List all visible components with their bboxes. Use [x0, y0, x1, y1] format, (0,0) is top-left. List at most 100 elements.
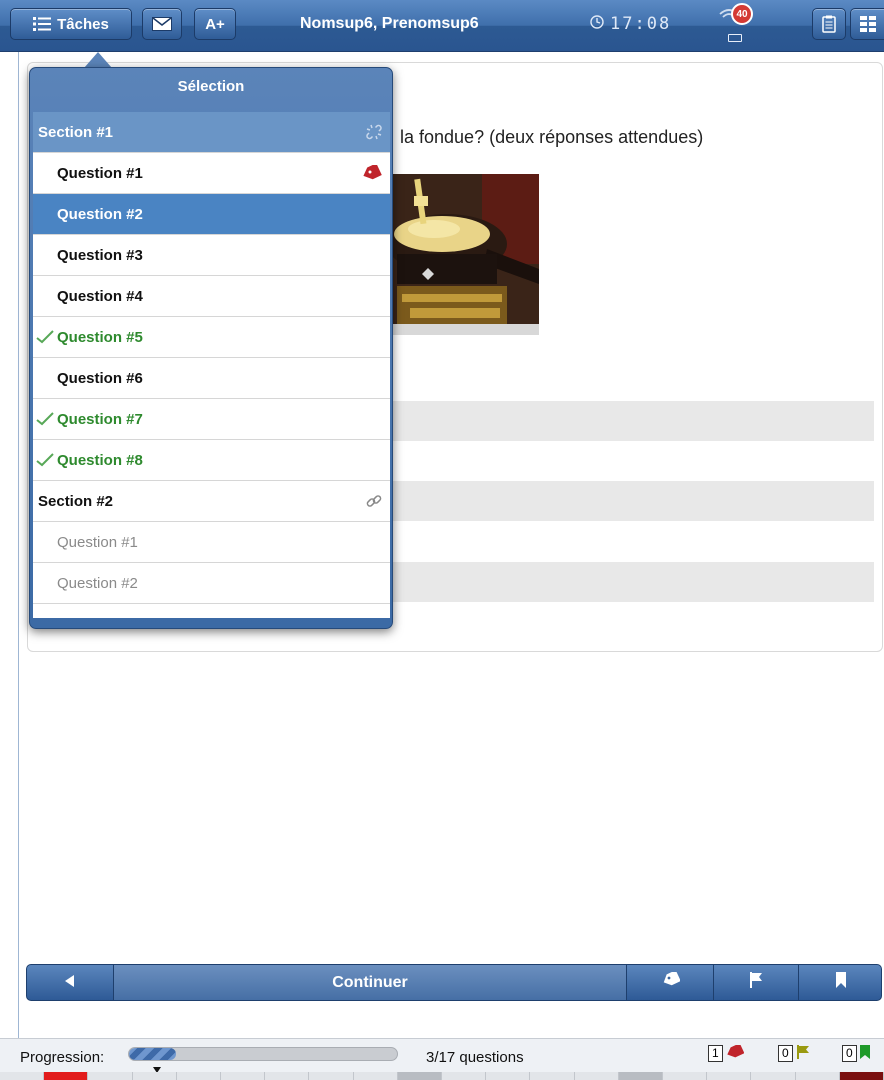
row-label: Question #2 [57, 206, 143, 223]
timeline-cell [44, 1072, 89, 1080]
timeline-cell [795, 1072, 840, 1080]
flag-button[interactable] [713, 965, 798, 1000]
section-row-1[interactable]: Section #1 [33, 112, 390, 153]
timeline-cell [486, 1072, 531, 1080]
question-row-5[interactable]: Question #5 [33, 317, 390, 358]
clipboard-icon [822, 15, 836, 33]
flag-counter[interactable]: 0 [778, 1045, 810, 1062]
row-label: Question #2 [57, 575, 138, 592]
timeline-cell [132, 1072, 177, 1080]
continue-button[interactable]: Continuer [113, 965, 627, 1000]
answer-row[interactable] [392, 401, 874, 441]
student-name: Nomsup6, Prenomsup6 [300, 15, 479, 32]
font-size-button[interactable]: A+ [194, 8, 236, 40]
question-row-1[interactable]: Question #1 [33, 153, 390, 194]
answer-row[interactable] [392, 562, 874, 602]
question-row-4[interactable]: Question #4 [33, 276, 390, 317]
timeline-cell [397, 1072, 443, 1080]
timeline-cell [530, 1072, 575, 1080]
bookmark-icon [859, 1045, 870, 1062]
selection-popover: Sélection Section #1 Question #1 Questio… [29, 67, 393, 629]
grid-icon [859, 16, 876, 32]
selection-list: Section #1 Question #1 Question #2 Quest… [33, 112, 390, 618]
row-label: Question #3 [57, 247, 143, 264]
row-label: Section #2 [38, 493, 114, 510]
battery-icon [728, 34, 742, 42]
check-icon [36, 330, 54, 348]
row-label: Question #8 [57, 452, 143, 469]
tag-button[interactable] [628, 965, 713, 1000]
question-row-7[interactable]: Question #7 [33, 399, 390, 440]
question-row-3[interactable]: Question #3 [33, 235, 390, 276]
progress-fill [129, 1048, 177, 1060]
triangle-left-icon [65, 974, 75, 992]
top-bar: Tâches A+ Nomsup6, Prenomsup6 17:08 40 [0, 0, 884, 52]
row-label: Question #4 [57, 288, 143, 305]
flag-count: 0 [778, 1045, 793, 1062]
timeline-cell [176, 1072, 222, 1080]
bookmark-button[interactable] [798, 965, 883, 1000]
link-icon [366, 493, 382, 513]
timeline-cell [353, 1072, 398, 1080]
check-icon [36, 453, 54, 471]
tag-icon [662, 970, 681, 993]
tasks-button[interactable]: Tâches [10, 8, 132, 40]
question-row-s2-1[interactable]: Question #1 [33, 522, 390, 563]
row-label: Question #1 [57, 165, 143, 182]
notes-button[interactable] [812, 8, 846, 40]
flag-icon [749, 972, 763, 993]
tag-icon [362, 163, 382, 185]
progress-label: Progression: [20, 1049, 105, 1066]
timeline-cell [574, 1072, 619, 1080]
clock-time: 17:08 [610, 14, 672, 34]
tag-icon [726, 1043, 745, 1062]
progress-count: 3/17 questions [426, 1049, 524, 1066]
answer-row[interactable] [392, 481, 874, 521]
timeline-cell [839, 1072, 884, 1080]
timeline-cell [265, 1072, 310, 1080]
check-icon [36, 412, 54, 430]
timeline-cell [442, 1072, 487, 1080]
link-broken-icon [366, 124, 382, 144]
section-row-2[interactable]: Section #2 [33, 481, 390, 522]
row-label: Question #1 [57, 534, 138, 551]
font-size-label: A+ [205, 15, 225, 33]
bookmark-icon [835, 972, 847, 993]
question-row-6[interactable]: Question #6 [33, 358, 390, 399]
timeline-cell [751, 1072, 796, 1080]
question-row-s2-2[interactable]: Question #2 [33, 563, 390, 604]
flag-icon [796, 1045, 810, 1062]
timeline-cell [221, 1072, 266, 1080]
message-button[interactable] [142, 8, 182, 40]
notification-badge[interactable]: 40 [731, 3, 753, 25]
popover-arrow [84, 52, 112, 68]
question-timeline[interactable] [0, 1072, 884, 1080]
row-label: Question #5 [57, 329, 143, 346]
question-row-2[interactable]: Question #2 [33, 194, 390, 235]
navigation-bar: Continuer [26, 964, 882, 1001]
row-label: Question #7 [57, 411, 143, 428]
previous-button[interactable] [27, 965, 113, 1000]
tag-counter[interactable]: 1 [708, 1043, 745, 1062]
envelope-icon [152, 17, 172, 31]
status-bar: Progression: 3/17 questions 1 0 0 [0, 1038, 884, 1080]
list-icon [33, 16, 52, 32]
tasks-button-label: Tâches [57, 15, 109, 33]
grid-view-button[interactable] [850, 8, 884, 40]
timeline-cell [0, 1072, 45, 1080]
fondue-photo [392, 174, 539, 335]
timeline-cell [618, 1072, 664, 1080]
timeline-cell [309, 1072, 354, 1080]
clock-icon [590, 14, 604, 34]
bookmark-counter[interactable]: 0 [842, 1045, 870, 1062]
continue-label: Continuer [332, 973, 408, 991]
popover-title: Sélection [177, 78, 245, 95]
row-label: Section #1 [38, 124, 114, 141]
tag-count: 1 [708, 1045, 723, 1062]
progress-bar [128, 1047, 398, 1061]
row-label: Question #6 [57, 370, 143, 387]
question-text: la fondue? (deux réponses attendues) [400, 127, 704, 147]
timeline-cell [707, 1072, 752, 1080]
question-row-8[interactable]: Question #8 [33, 440, 390, 481]
clock: 17:08 [590, 14, 671, 34]
